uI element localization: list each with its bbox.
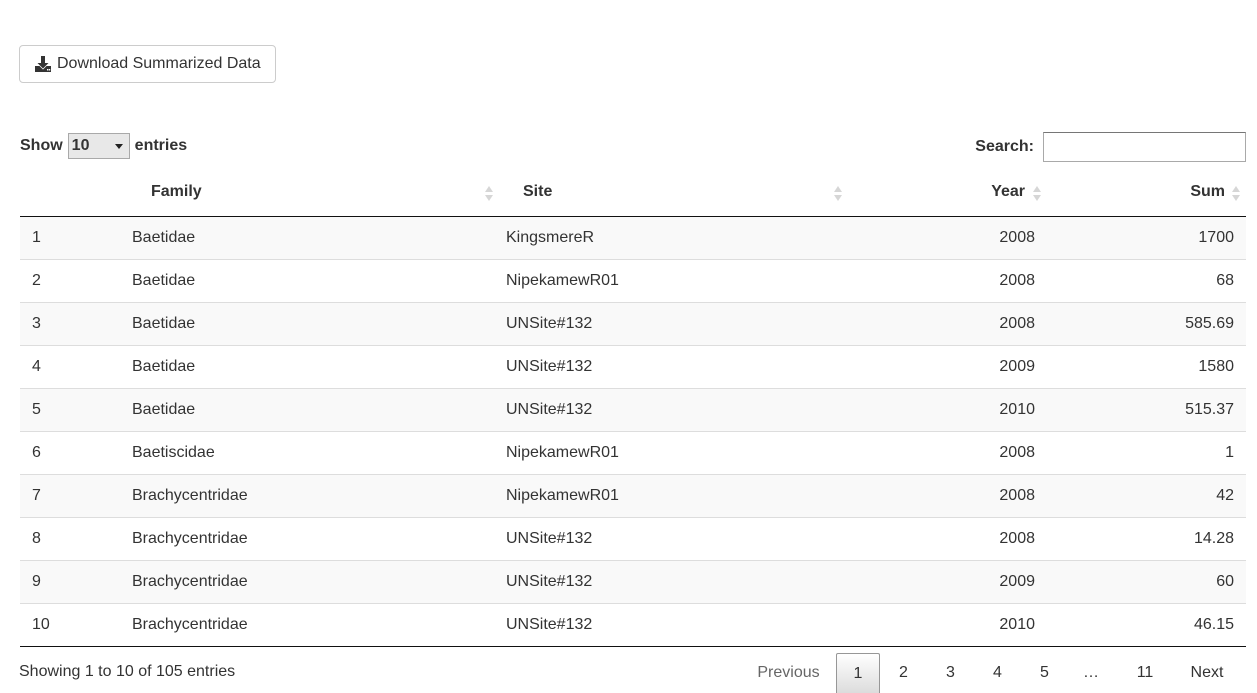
- previous-page-button[interactable]: Previous: [741, 653, 836, 693]
- table-row: 1 Baetidae KingsmereR 2008 1700: [20, 216, 1246, 259]
- cell-year: 2008: [850, 473, 1047, 517]
- data-table: Family Site Year Sum 1 Baetidae Kingsmer…: [20, 169, 1246, 647]
- cell-sum: 1: [1047, 430, 1246, 474]
- sort-icon: [834, 186, 842, 202]
- cell-site: UNSite#132: [501, 559, 850, 603]
- next-page-button[interactable]: Next: [1176, 653, 1238, 693]
- cell-site: UNSite#132: [501, 516, 850, 560]
- cell-year: 2008: [850, 258, 1047, 302]
- cell-index: 8: [20, 516, 130, 560]
- cell-index: 1: [32, 228, 41, 246]
- entries-length-control: Show 10 entries: [20, 132, 187, 160]
- page-button-5[interactable]: 5: [1021, 653, 1068, 693]
- table-info-text: Showing 1 to 10 of 105 entries: [19, 663, 236, 680]
- cell-site: UNSite#132: [501, 301, 850, 345]
- cell-index: 2: [20, 258, 130, 302]
- cell-year: 2010: [850, 602, 1047, 647]
- page-button-3[interactable]: 3: [927, 653, 974, 693]
- cell-index: 5: [20, 387, 130, 431]
- pagination-ellipsis: …: [1083, 664, 1099, 681]
- column-header-sum-label: Sum: [1190, 183, 1225, 200]
- search-label: Search:: [975, 138, 1034, 155]
- cell-index: 10: [20, 602, 130, 647]
- cell-index: 7: [20, 473, 130, 517]
- cell-family: Baetiscidae: [130, 430, 501, 474]
- entries-per-page-value: 10: [71, 137, 90, 154]
- cell-sum: 585.69: [1047, 301, 1246, 345]
- column-header-year-label: Year: [991, 183, 1025, 200]
- cell-family: Baetidae: [132, 228, 196, 246]
- cell-year: 2008: [850, 301, 1047, 345]
- cell-family: Brachycentridae: [130, 516, 501, 560]
- table-header-row: Family Site Year Sum: [20, 169, 1246, 217]
- download-icon: [34, 55, 52, 73]
- cell-year: 2010: [850, 387, 1047, 431]
- search-input[interactable]: [1043, 132, 1246, 162]
- cell-year: 2009: [850, 344, 1047, 388]
- cell-site: NipekamewR01: [501, 430, 850, 474]
- table-row: 4 Baetidae UNSite#132 2009 1580: [20, 344, 1246, 388]
- cell-family: Brachycentridae: [130, 602, 501, 647]
- cell-sum: 14.28: [1047, 516, 1246, 560]
- page-button-11[interactable]: 11: [1114, 653, 1176, 693]
- cell-site: NipekamewR01: [501, 473, 850, 517]
- cell-sum: 1580: [1047, 344, 1246, 388]
- cell-sum: 42: [1047, 473, 1246, 517]
- cell-index: 9: [20, 559, 130, 603]
- cell-sum: 1700: [1198, 228, 1234, 246]
- table-row: 3 Baetidae UNSite#132 2008 585.69: [20, 301, 1246, 345]
- sort-icon: [1232, 186, 1240, 202]
- cell-sum: 68: [1047, 258, 1246, 302]
- sort-icon: [485, 186, 493, 202]
- cell-site: UNSite#132: [501, 387, 850, 431]
- cell-year: 2008: [850, 430, 1047, 474]
- column-header-site-label: Site: [523, 183, 553, 200]
- length-prefix-label: Show: [20, 137, 63, 154]
- cell-family: Baetidae: [130, 301, 501, 345]
- search-control: Search:: [975, 132, 1246, 162]
- cell-family: Brachycentridae: [130, 473, 501, 517]
- table-row: 10 Brachycentridae UNSite#132 2010 46.15: [20, 602, 1246, 647]
- cell-sum: 515.37: [1047, 387, 1246, 431]
- cell-index: 4: [20, 344, 130, 388]
- cell-family: Baetidae: [130, 258, 501, 302]
- page-button-2[interactable]: 2: [880, 653, 927, 693]
- length-suffix-label: entries: [134, 137, 188, 154]
- column-header-year[interactable]: Year: [850, 169, 1047, 217]
- page-button-1[interactable]: 1: [836, 653, 880, 693]
- column-header-index: [20, 169, 130, 217]
- sort-icon: [1033, 186, 1041, 202]
- cell-year: 2008: [850, 516, 1047, 560]
- entries-per-page-select[interactable]: 10: [67, 133, 130, 159]
- cell-site: NipekamewR01: [501, 258, 850, 302]
- page-button-4[interactable]: 4: [974, 653, 1021, 693]
- chevron-down-icon: [114, 143, 123, 149]
- table-row: 9 Brachycentridae UNSite#132 2009 60: [20, 559, 1246, 603]
- download-summarized-data-button[interactable]: Download Summarized Data: [19, 45, 276, 83]
- cell-site: UNSite#132: [501, 602, 850, 647]
- table-row: 8 Brachycentridae UNSite#132 2008 14.28: [20, 516, 1246, 560]
- pagination: Previous 1 2 3 4 5 … 11 Next: [741, 653, 1238, 693]
- column-header-sum[interactable]: Sum: [1047, 169, 1246, 217]
- download-button-label: Download Summarized Data: [57, 55, 261, 72]
- column-header-site[interactable]: Site: [501, 169, 850, 217]
- cell-year: 2009: [850, 559, 1047, 603]
- table-row: 7 Brachycentridae NipekamewR01 2008 42: [20, 473, 1246, 517]
- cell-family: Brachycentridae: [130, 559, 501, 603]
- table-row: 2 Baetidae NipekamewR01 2008 68: [20, 258, 1246, 302]
- cell-site: UNSite#132: [501, 344, 850, 388]
- cell-index: 3: [20, 301, 130, 345]
- cell-family: Baetidae: [130, 387, 501, 431]
- column-header-family[interactable]: Family: [130, 169, 501, 217]
- cell-index: 6: [20, 430, 130, 474]
- table-row: 5 Baetidae UNSite#132 2010 515.37: [20, 387, 1246, 431]
- cell-family: Baetidae: [130, 344, 501, 388]
- column-header-family-label: Family: [151, 183, 202, 200]
- cell-sum: 46.15: [1047, 602, 1246, 647]
- table-row: 6 Baetiscidae NipekamewR01 2008 1: [20, 430, 1246, 474]
- cell-year: 2008: [999, 228, 1035, 246]
- cell-sum: 60: [1047, 559, 1246, 603]
- cell-site: KingsmereR: [506, 228, 595, 246]
